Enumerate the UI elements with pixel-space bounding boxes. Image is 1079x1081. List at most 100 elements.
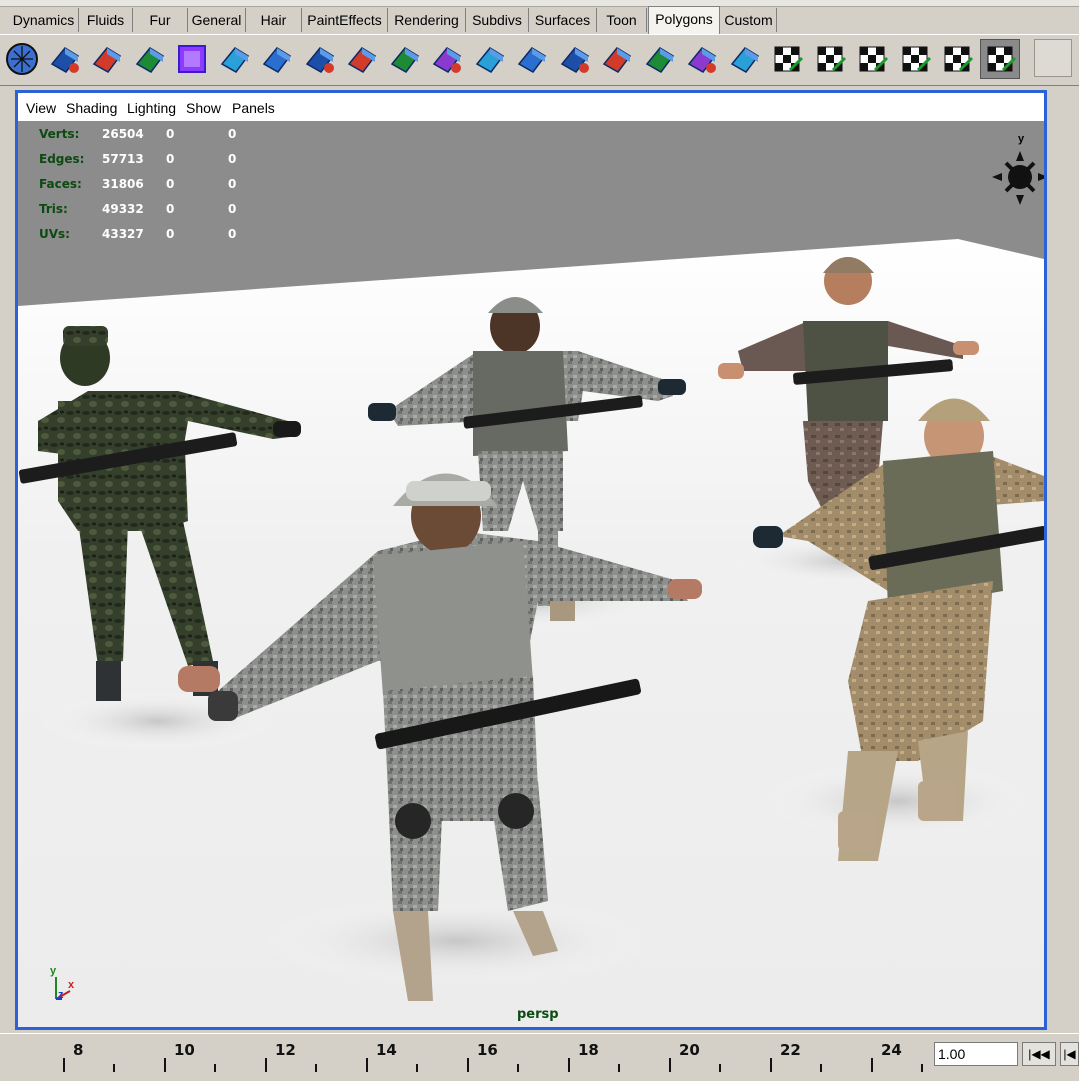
- rewind-button[interactable]: |◀◀: [1022, 1042, 1056, 1066]
- frame-tick-minor: [517, 1064, 519, 1072]
- poly-sphere-red-icon-glyph: [92, 47, 122, 73]
- frame-tick-label: 12: [275, 1041, 296, 1059]
- frame-tick: [467, 1058, 469, 1072]
- sphere-icon[interactable]: [3, 40, 41, 78]
- tab-polygons[interactable]: Polygons: [648, 6, 720, 34]
- frame-tick: [770, 1058, 772, 1072]
- hud-value: 0: [166, 202, 175, 216]
- quadrangulate-icon-glyph: [687, 47, 717, 73]
- cube-icon-glyph: [178, 45, 206, 73]
- merge-icon[interactable]: [598, 40, 636, 78]
- tab-rendering[interactable]: Rendering: [388, 8, 466, 32]
- tab-general[interactable]: General: [188, 8, 246, 32]
- menu-show[interactable]: Show: [186, 100, 221, 116]
- bevel-icon[interactable]: [386, 40, 424, 78]
- empty-shelf-button[interactable]: [1034, 39, 1072, 77]
- uv-layout-icon[interactable]: [896, 40, 934, 78]
- merge-icon-glyph: [602, 47, 632, 73]
- uv-checker-icon-glyph: [774, 46, 804, 72]
- frame-tick-minor: [921, 1064, 923, 1072]
- bevel-icon-glyph: [390, 47, 419, 73]
- extrude-face-icon[interactable]: [301, 40, 339, 78]
- normal-icon[interactable]: [726, 40, 764, 78]
- frame-tick-minor: [719, 1064, 721, 1072]
- step-back-button[interactable]: |◀: [1060, 1042, 1079, 1066]
- uv-editor-icon-glyph: [987, 46, 1016, 72]
- axis-z-label: z: [58, 989, 64, 1001]
- tab-bar-top: [0, 0, 1079, 7]
- extrude-face-icon-glyph: [305, 47, 334, 73]
- menu-panels[interactable]: Panels: [232, 100, 275, 116]
- hud-value: 0: [228, 227, 237, 241]
- frame-tick-label: 16: [477, 1041, 498, 1059]
- axis-y-label: y: [50, 965, 57, 977]
- frame-tick-label: 14: [376, 1041, 397, 1059]
- shelf-tabs: Dynamics Fluids Fur General Hair PaintEf…: [0, 0, 1079, 34]
- uv-layout-icon-glyph: [902, 46, 931, 72]
- extrude-edge-icon-glyph: [347, 47, 377, 73]
- frame-tick-label: 10: [174, 1041, 195, 1059]
- frame-tick: [669, 1058, 671, 1072]
- perspective-viewport[interactable]: View Shading Lighting Show Panels Verts:…: [15, 90, 1047, 1030]
- current-time-field[interactable]: 1.00: [934, 1042, 1018, 1066]
- hud-value: 0: [228, 127, 237, 141]
- compass-icon: [992, 151, 1044, 205]
- hud-value: 0: [166, 227, 175, 241]
- menu-shading[interactable]: Shading: [66, 100, 117, 116]
- plane-split-icon[interactable]: [216, 40, 254, 78]
- chamfer-icon-glyph: [432, 47, 462, 73]
- append-polygon-icon-glyph: [517, 47, 547, 73]
- split-polygon-icon-glyph: [560, 47, 589, 73]
- normal-icon-glyph: [730, 47, 759, 73]
- hud-value: 0: [228, 202, 237, 216]
- frame-tick-label: 24: [881, 1041, 902, 1059]
- frame-tick-minor: [416, 1064, 418, 1072]
- uv-editor-icon[interactable]: [979, 39, 1020, 79]
- hud-value: 43327: [102, 227, 144, 241]
- frame-tick-label: 18: [578, 1041, 599, 1059]
- uv-checker-icon[interactable]: [768, 40, 806, 78]
- camera-name: persp: [517, 1007, 559, 1022]
- tab-surfaces[interactable]: Surfaces: [529, 8, 597, 32]
- cube-extract-icon[interactable]: [46, 40, 84, 78]
- viewport-scene[interactable]: [18, 121, 1044, 1027]
- axis-gizmo: y x z: [44, 965, 84, 1005]
- hud-value: 0: [228, 177, 237, 191]
- tab-toon[interactable]: Toon: [597, 8, 647, 32]
- time-slider[interactable]: 1.00 |◀◀ |◀ 8 10 12 14 16 18 20 22 24: [0, 1033, 1079, 1081]
- triangulate-icon[interactable]: [641, 40, 679, 78]
- menu-view[interactable]: View: [26, 100, 56, 116]
- wedge-tool-icon[interactable]: [258, 40, 296, 78]
- menu-lighting[interactable]: Lighting: [127, 100, 176, 116]
- uv-map-icon[interactable]: [811, 40, 849, 78]
- poly-sphere-red-icon[interactable]: [88, 40, 126, 78]
- quadrangulate-icon[interactable]: [683, 40, 721, 78]
- append-polygon-icon[interactable]: [513, 40, 551, 78]
- tab-custom[interactable]: Custom: [721, 8, 777, 32]
- uv-texture-icon[interactable]: [938, 40, 976, 78]
- uv-unfold-icon[interactable]: [853, 40, 891, 78]
- split-polygon-icon[interactable]: [556, 40, 594, 78]
- tab-fur[interactable]: Fur: [133, 8, 188, 32]
- tab-hair[interactable]: Hair: [246, 8, 302, 32]
- extrude-edge-icon[interactable]: [343, 40, 381, 78]
- scene-render: [18, 121, 1044, 1027]
- cube-icon[interactable]: [173, 40, 211, 78]
- tab-fluids[interactable]: Fluids: [79, 8, 133, 32]
- tab-subdivs[interactable]: Subdivs: [466, 8, 529, 32]
- tab-painteffects[interactable]: PaintEffects: [302, 8, 388, 32]
- frame-tick: [568, 1058, 570, 1072]
- wedge-tool-icon-glyph: [262, 47, 292, 73]
- plane-split-icon-glyph: [220, 47, 249, 73]
- chamfer-icon[interactable]: [428, 40, 466, 78]
- tab-dynamics[interactable]: Dynamics: [9, 8, 79, 32]
- frame-tick: [265, 1058, 267, 1072]
- polygon-shelf: [0, 34, 1079, 86]
- cube-extract-icon-glyph: [50, 47, 79, 73]
- view-compass[interactable]: y x: [984, 133, 1044, 213]
- combine-spheres-icon[interactable]: [131, 40, 169, 78]
- frame-tick-minor: [820, 1064, 822, 1072]
- hud-label: UVs:: [39, 227, 70, 241]
- bridge-icon[interactable]: [471, 40, 509, 78]
- uv-map-icon-glyph: [817, 46, 846, 72]
